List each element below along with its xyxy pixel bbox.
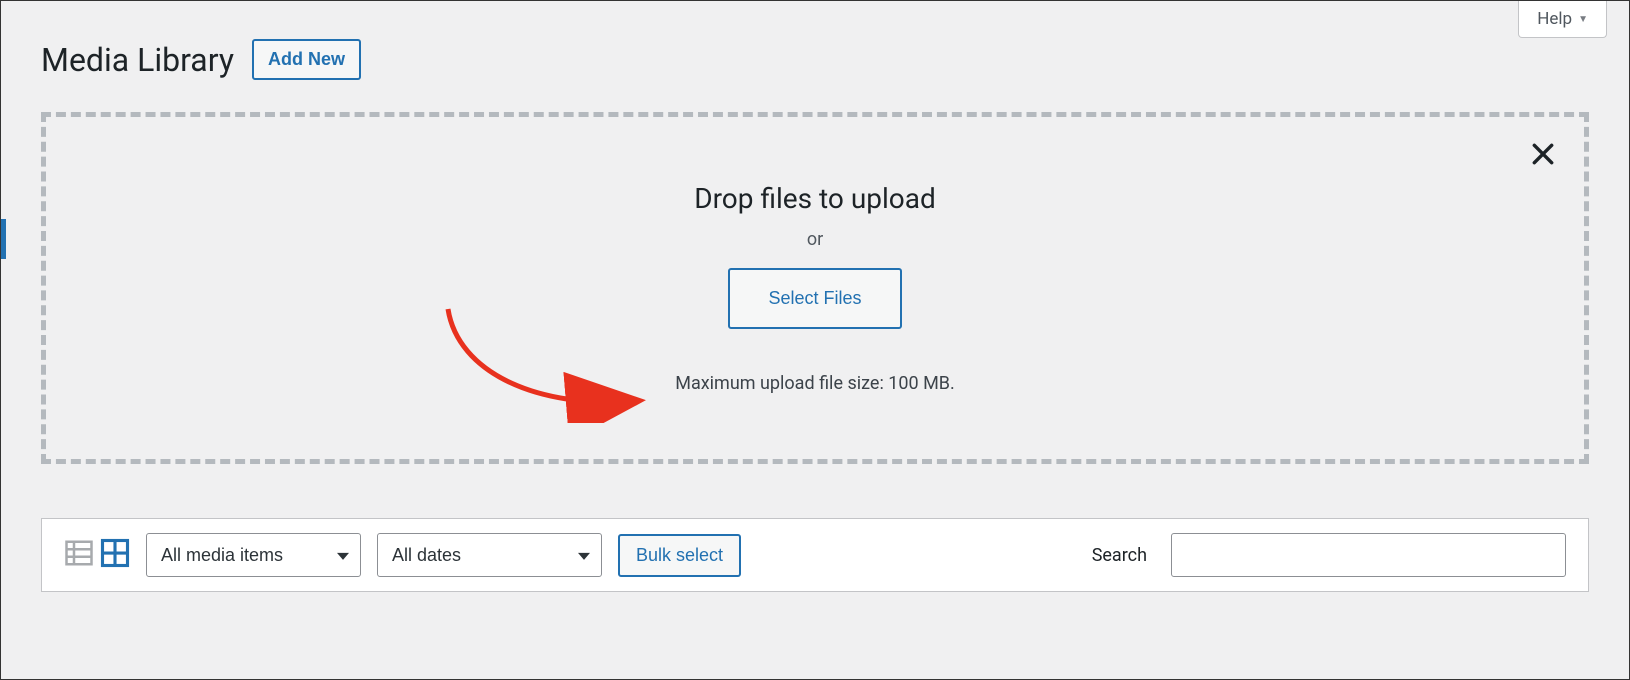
- grid-view-icon: [100, 538, 130, 568]
- add-new-button[interactable]: Add New: [252, 39, 361, 80]
- close-dropzone-button[interactable]: [1530, 141, 1556, 171]
- list-view-button[interactable]: [64, 538, 94, 572]
- search-input[interactable]: [1171, 533, 1566, 577]
- filter-dates-select[interactable]: All dates: [377, 533, 602, 577]
- page-header: Media Library Add New: [1, 1, 1629, 80]
- max-upload-size-text: Maximum upload file size: 100 MB.: [675, 373, 955, 394]
- annotation-arrow-icon: [428, 303, 658, 423]
- media-toolbar: All media items All dates Bulk select Se…: [41, 518, 1589, 592]
- filter-dates-select-wrap: All dates: [377, 533, 602, 577]
- help-label: Help: [1537, 9, 1572, 29]
- page-title: Media Library: [41, 41, 234, 79]
- close-icon: [1530, 141, 1556, 167]
- filter-media-select[interactable]: All media items: [146, 533, 361, 577]
- list-view-icon: [64, 538, 94, 568]
- search-label: Search: [1092, 545, 1147, 566]
- upload-dropzone[interactable]: Drop files to upload or Select Files Max…: [41, 112, 1589, 464]
- dropzone-or-text: or: [807, 229, 823, 250]
- filter-media-select-wrap: All media items: [146, 533, 361, 577]
- dropzone-heading: Drop files to upload: [694, 182, 936, 215]
- caret-down-icon: ▼: [1578, 14, 1588, 25]
- view-toggle: [64, 538, 130, 572]
- sidebar-active-indicator: [1, 219, 6, 259]
- help-tab[interactable]: Help ▼: [1518, 1, 1607, 38]
- grid-view-button[interactable]: [100, 538, 130, 572]
- bulk-select-button[interactable]: Bulk select: [618, 534, 741, 577]
- select-files-button[interactable]: Select Files: [728, 268, 901, 329]
